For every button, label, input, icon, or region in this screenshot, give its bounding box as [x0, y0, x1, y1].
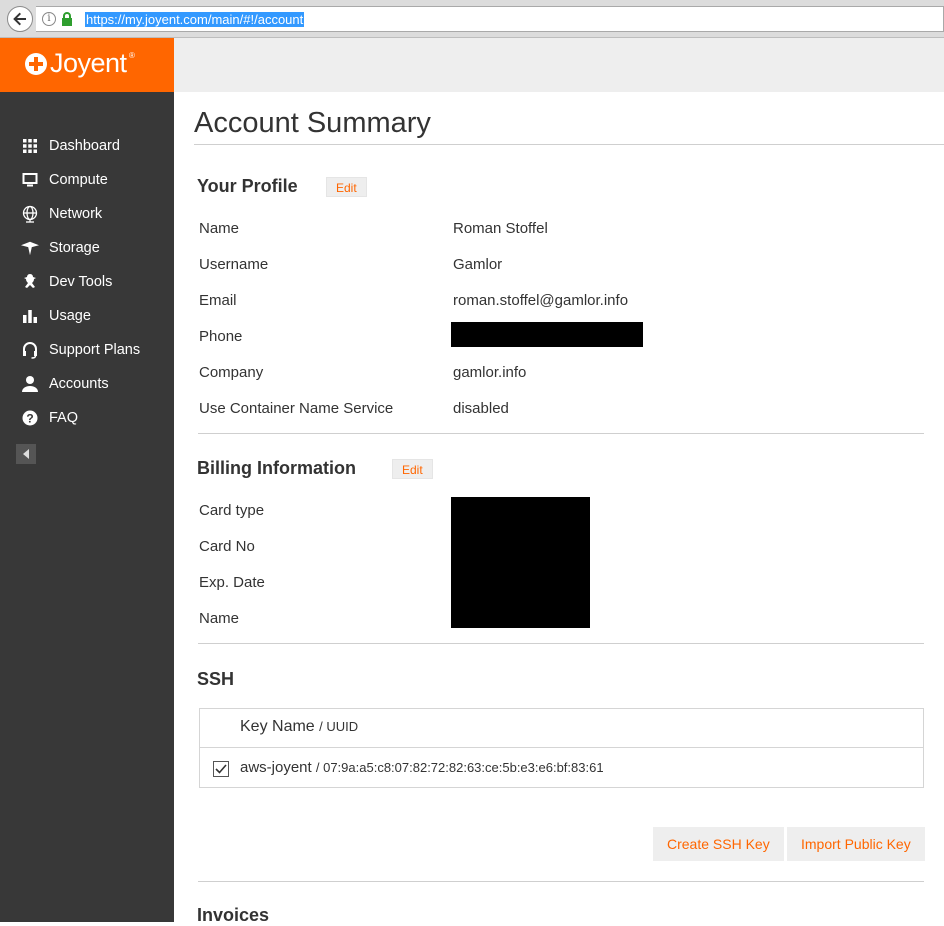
checkmark-icon: [215, 764, 227, 774]
top-header: [174, 38, 944, 92]
collapse-sidebar-button[interactable]: [16, 444, 36, 464]
ssh-header-uuid: / UUID: [319, 719, 359, 734]
billing-section-title: Billing Information: [197, 458, 356, 478]
import-public-key-button[interactable]: Import Public Key: [787, 827, 925, 861]
profile-username-label: Username: [199, 256, 269, 273]
info-icon[interactable]: i: [42, 12, 56, 26]
ssh-header-key-name: Key Name / UUID: [240, 718, 358, 736]
redacted-billing-details: [451, 497, 590, 628]
ssh-divider: [198, 881, 924, 882]
sidebar-item-label: Dashboard: [49, 138, 120, 154]
profile-company-value: gamlor.info: [453, 364, 527, 381]
title-divider: [194, 144, 944, 145]
profile-name-value: Roman Stoffel: [453, 220, 548, 237]
profile-divider: [198, 433, 924, 434]
ssh-key-entry: aws-joyent / 07:9a:a5:c8:07:82:72:82:63:…: [240, 759, 604, 776]
logo[interactable]: Joyent ®: [0, 38, 174, 92]
page-title: Account Summary: [194, 107, 431, 139]
ssh-key-checkbox[interactable]: [213, 761, 229, 777]
billing-name-label: Name: [199, 610, 240, 627]
arrow-left-icon: [13, 12, 26, 26]
profile-name-label: Name: [199, 220, 240, 237]
redacted-phone: [451, 322, 643, 347]
sidebar-item-support-plans[interactable]: Support Plans: [0, 333, 174, 367]
monitor-icon: [21, 171, 39, 189]
back-button[interactable]: [7, 6, 33, 32]
profile-cns-label: Use Container Name Service: [199, 400, 394, 417]
sidebar-item-accounts[interactable]: Accounts: [0, 367, 174, 401]
billing-card-type-label: Card type: [199, 502, 265, 519]
svg-text:?: ?: [26, 412, 33, 426]
ssh-key-name: aws-joyent: [240, 759, 312, 776]
sidebar-item-label: FAQ: [49, 410, 79, 426]
profile-cns-value: disabled: [453, 400, 509, 417]
address-bar[interactable]: i https://my.joyent.com/main/#!/account: [36, 6, 944, 32]
main-content: Account Summary Your Profile Edit Name R…: [174, 92, 944, 925]
ssh-header-key-name-text: Key Name: [240, 718, 315, 735]
sidebar: Joyent ® Dashboard Compute Network Stora…: [0, 38, 174, 922]
profile-username-value: Gamlor: [453, 256, 503, 273]
question-icon: ?: [21, 409, 39, 427]
registered-mark: ®: [129, 51, 135, 60]
user-icon: [21, 375, 39, 393]
billing-divider: [198, 643, 924, 644]
sidebar-item-dashboard[interactable]: Dashboard: [0, 129, 174, 163]
lock-icon: [62, 12, 72, 26]
sidebar-item-label: Network: [49, 206, 103, 222]
browser-toolbar: i https://my.joyent.com/main/#!/account: [0, 0, 944, 38]
ssh-table-header: Key Name / UUID: [200, 709, 923, 748]
globe-icon: [21, 205, 39, 223]
sidebar-item-network[interactable]: Network: [0, 197, 174, 231]
profile-email-value: roman.stoffel@gamlor.info: [453, 292, 629, 309]
url-text[interactable]: https://my.joyent.com/main/#!/account: [85, 12, 305, 27]
table-row[interactable]: aws-joyent / 07:9a:a5:c8:07:82:72:82:63:…: [200, 749, 923, 788]
sidebar-item-usage[interactable]: Usage: [0, 299, 174, 333]
joyent-logo-icon: [25, 53, 47, 75]
grid-icon: [21, 137, 39, 155]
caret-left-icon: [23, 449, 29, 459]
invoices-section-title: Invoices: [197, 905, 270, 925]
profile-email-label: Email: [199, 292, 237, 309]
sidebar-item-label: Storage: [49, 240, 100, 256]
sidebar-item-label: Support Plans: [49, 342, 141, 358]
sidebar-item-label: Dev Tools: [49, 274, 113, 290]
sidebar-item-label: Compute: [49, 172, 108, 188]
billing-card-no-label: Card No: [199, 538, 255, 555]
create-ssh-key-button[interactable]: Create SSH Key: [653, 827, 784, 861]
logo-text: Joyent: [50, 48, 127, 78]
sidebar-item-label: Accounts: [49, 376, 109, 392]
manta-icon: [21, 239, 39, 257]
bar-chart-icon: [21, 307, 39, 325]
billing-exp-date-label: Exp. Date: [199, 574, 265, 591]
sidebar-item-compute[interactable]: Compute: [0, 163, 174, 197]
sidebar-item-label: Usage: [49, 308, 91, 324]
ssh-keys-table: Key Name / UUID aws-joyent / 07:9a:a5:c8…: [199, 708, 924, 788]
ssh-section-title: SSH: [197, 669, 235, 689]
headset-icon: [21, 341, 39, 359]
profile-company-label: Company: [199, 364, 264, 381]
edit-profile-button[interactable]: Edit: [326, 177, 367, 197]
ssh-key-fingerprint: / 07:9a:a5:c8:07:82:72:82:63:ce:5b:e3:e6…: [315, 760, 604, 775]
edit-billing-button[interactable]: Edit: [392, 459, 433, 479]
sidebar-nav: Dashboard Compute Network Storage Dev To…: [0, 129, 174, 435]
dev-tools-icon: [21, 273, 39, 291]
profile-section-title: Your Profile: [197, 176, 298, 196]
sidebar-item-faq[interactable]: ? FAQ: [0, 401, 174, 435]
sidebar-item-dev-tools[interactable]: Dev Tools: [0, 265, 174, 299]
sidebar-item-storage[interactable]: Storage: [0, 231, 174, 265]
profile-phone-label: Phone: [199, 328, 243, 345]
